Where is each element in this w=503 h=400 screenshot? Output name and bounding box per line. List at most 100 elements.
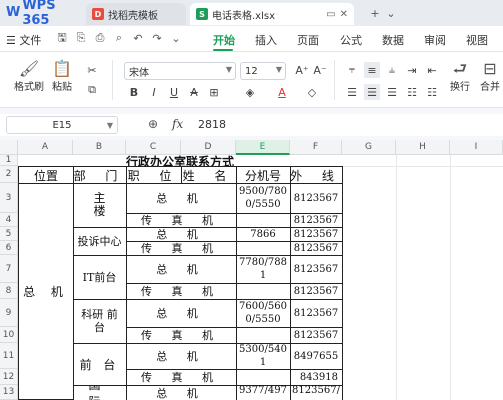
external-cell[interactable]: 8123567: [290, 241, 343, 256]
more-icon[interactable]: ⌄: [170, 31, 182, 45]
position-cell[interactable]: 总 机: [126, 385, 237, 400]
external-cell[interactable]: 8123567: [290, 283, 343, 300]
menu-review[interactable]: 审阅: [424, 32, 446, 48]
extension-cell[interactable]: 5300/540 1: [236, 343, 291, 370]
column-header[interactable]: D: [181, 140, 236, 155]
position-cell[interactable]: 传 真 机: [126, 241, 237, 256]
clear-format-icon[interactable]: ◇: [304, 84, 320, 100]
header-location[interactable]: 位置: [18, 166, 74, 184]
font-size-select[interactable]: 12 ▼: [240, 62, 286, 80]
column-header[interactable]: E: [236, 140, 290, 155]
extension-cell[interactable]: 7780/788 1: [236, 255, 291, 284]
header-department[interactable]: 部 门: [73, 166, 127, 184]
position-cell[interactable]: 总 机: [126, 227, 237, 242]
position-cell[interactable]: 传 真 机: [126, 283, 237, 300]
fx-icon[interactable]: fx: [172, 117, 183, 131]
menu-insert[interactable]: 插入: [255, 32, 277, 48]
column-header[interactable]: H: [396, 140, 450, 155]
external-cell[interactable]: 8497655: [290, 343, 343, 370]
extension-cell[interactable]: 7866: [236, 227, 291, 242]
undo-icon[interactable]: ↶: [132, 31, 144, 45]
wrap-text-button[interactable]: ⮐ 换行: [450, 60, 470, 94]
row-header[interactable]: 8: [0, 283, 18, 299]
bold-icon[interactable]: B: [126, 84, 142, 100]
preview-icon[interactable]: ⌕: [113, 31, 125, 45]
external-cell[interactable]: 8123567: [290, 227, 343, 242]
strikethrough-icon[interactable]: A: [186, 84, 202, 100]
external-cell[interactable]: 8123567: [290, 327, 343, 344]
name-box[interactable]: E15 ▼: [6, 116, 118, 134]
align-middle-icon[interactable]: ≡: [364, 62, 380, 78]
align-top-icon[interactable]: ⫧: [344, 62, 360, 78]
row-header[interactable]: 7: [0, 255, 18, 283]
header-name[interactable]: 姓 名: [181, 166, 237, 184]
monitor-icon[interactable]: ▭: [326, 9, 335, 20]
extension-cell[interactable]: 9377/497: [236, 385, 291, 400]
column-header[interactable]: G: [342, 140, 396, 155]
position-cell[interactable]: 总 机: [126, 183, 237, 214]
extension-cell[interactable]: [236, 327, 291, 344]
dept-cell[interactable]: 主 楼: [73, 183, 127, 228]
print-icon[interactable]: ⎙: [94, 31, 106, 45]
location-cell[interactable]: 总 机: [18, 183, 74, 400]
external-cell[interactable]: 8123567: [290, 299, 343, 328]
font-color-icon[interactable]: A: [274, 84, 290, 100]
column-header[interactable]: F: [290, 140, 342, 155]
dept-cell[interactable]: 前 台: [73, 343, 127, 386]
position-cell[interactable]: 总 机: [126, 299, 237, 328]
position-cell[interactable]: 总 机: [126, 255, 237, 284]
increase-font-icon[interactable]: A⁺: [294, 62, 310, 78]
dept-cell[interactable]: 投诉中心: [73, 227, 127, 256]
extension-cell[interactable]: [236, 241, 291, 256]
new-tab-icon[interactable]: +: [368, 6, 382, 20]
row-header[interactable]: 4: [0, 213, 18, 227]
formula-input[interactable]: 2818: [198, 118, 226, 131]
header-position[interactable]: 职 位: [126, 166, 182, 184]
copy-icon[interactable]: ⧉: [84, 82, 100, 98]
dept-cell[interactable]: 国 际: [73, 385, 127, 400]
extension-cell[interactable]: 9500/780 0/5550: [236, 183, 291, 214]
position-cell[interactable]: 传 真 机: [126, 327, 237, 344]
row-header[interactable]: 3: [0, 183, 18, 213]
external-cell[interactable]: 8123567: [290, 183, 343, 214]
align-bottom-icon[interactable]: ⫨: [384, 62, 400, 78]
row-header[interactable]: 12: [0, 369, 18, 385]
wps-brand[interactable]: W WPS 365: [6, 0, 74, 28]
align-right-icon[interactable]: ☰: [384, 84, 400, 100]
border-icon[interactable]: ⊞: [206, 84, 222, 100]
row-header[interactable]: 9: [0, 299, 18, 327]
merge-button[interactable]: ⊟ 合并: [480, 60, 500, 94]
row-header[interactable]: 11: [0, 343, 18, 369]
row-header[interactable]: 13: [0, 385, 18, 400]
position-cell[interactable]: 传 真 机: [126, 213, 237, 228]
distribute-icon[interactable]: ☷: [424, 84, 440, 100]
menu-file[interactable]: ☰ 文件: [6, 32, 41, 48]
header-extension[interactable]: 分机号: [236, 166, 291, 184]
outdent-icon[interactable]: ⇤: [424, 62, 440, 78]
menu-data[interactable]: 数据: [382, 32, 404, 48]
format-painter-button[interactable]: 🖌 格式刷: [14, 60, 44, 94]
extension-cell[interactable]: [236, 283, 291, 300]
external-cell[interactable]: 843918: [290, 369, 343, 386]
extension-cell[interactable]: 7600/560 0/5550: [236, 299, 291, 328]
redo-icon[interactable]: ↷: [151, 31, 163, 45]
chevron-down-icon[interactable]: ⌄: [384, 6, 398, 20]
underline-icon[interactable]: U: [166, 84, 182, 100]
row-header[interactable]: 6: [0, 241, 18, 255]
extension-cell[interactable]: [236, 369, 291, 386]
tab-template[interactable]: D 找稻壳模板: [86, 3, 186, 25]
zoom-icon[interactable]: ⊕: [148, 117, 158, 131]
position-cell[interactable]: 总 机: [126, 343, 237, 370]
column-header[interactable]: I: [450, 140, 503, 155]
menu-formula[interactable]: 公式: [340, 32, 362, 48]
menu-page[interactable]: 页面: [297, 32, 319, 48]
header-external[interactable]: 外 线: [290, 166, 343, 184]
decrease-font-icon[interactable]: A⁻: [312, 62, 328, 78]
column-header[interactable]: C: [126, 140, 181, 155]
row-header[interactable]: 5: [0, 227, 18, 241]
paste-button[interactable]: 📋 粘贴: [52, 60, 72, 94]
indent-icon[interactable]: ⇥: [404, 62, 420, 78]
align-center-icon[interactable]: ☰: [364, 84, 380, 100]
font-name-select[interactable]: 宋体 ▼: [124, 62, 236, 80]
dept-cell[interactable]: 科研 前 台: [73, 299, 127, 344]
